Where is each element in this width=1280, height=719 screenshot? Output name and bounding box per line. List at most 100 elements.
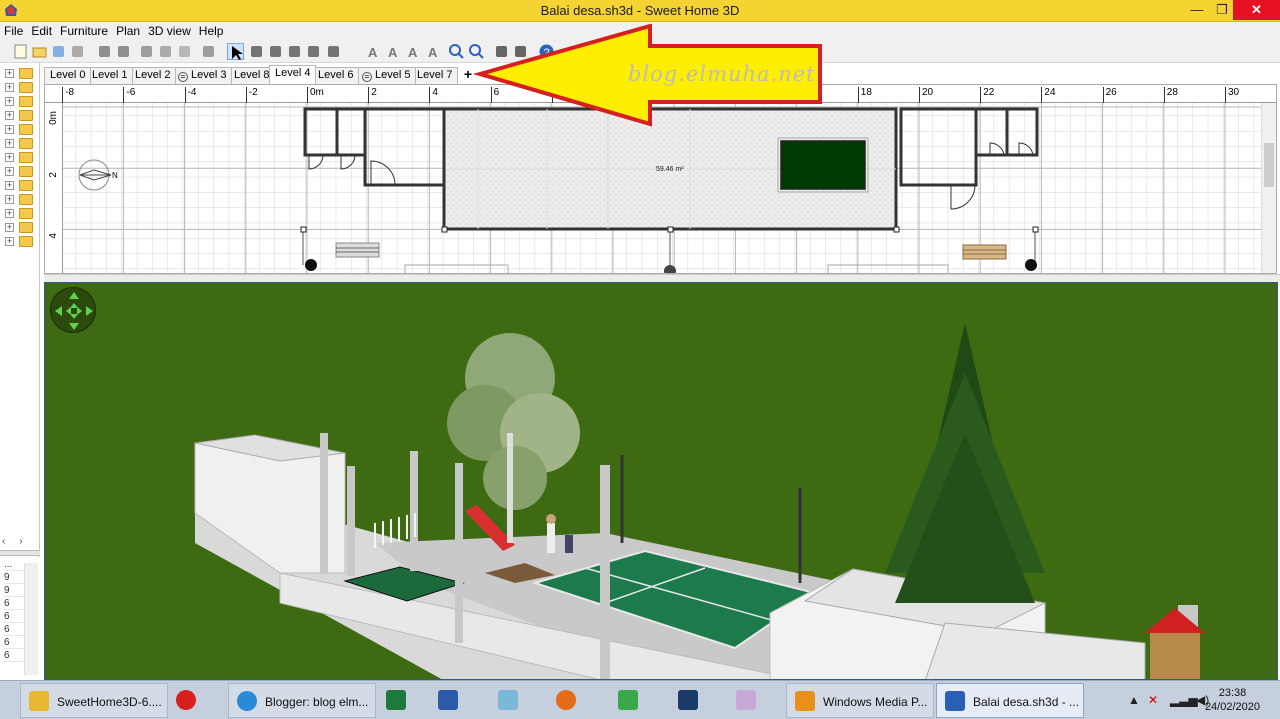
- elevation-marker-icon: =: [362, 72, 372, 82]
- copy-icon[interactable]: [157, 43, 174, 60]
- taskbar-button[interactable]: [670, 683, 714, 718]
- expand-icon[interactable]: +: [5, 237, 14, 246]
- create-dimensions-icon[interactable]: [325, 43, 342, 60]
- catalog-category[interactable]: +: [5, 221, 35, 235]
- ruler-label: 24: [1044, 87, 1056, 98]
- add-furniture-icon[interactable]: [200, 43, 217, 60]
- ruler-tick: [1163, 87, 1165, 103]
- add-text-icon[interactable]: A: [365, 43, 382, 60]
- increase-text-icon[interactable]: A: [385, 43, 402, 60]
- expand-icon[interactable]: +: [5, 195, 14, 204]
- select-icon[interactable]: [227, 43, 244, 60]
- expand-icon[interactable]: +: [5, 167, 14, 176]
- watermark-text: blog.elmuha.net: [628, 62, 816, 86]
- taskbar-button[interactable]: [430, 683, 474, 718]
- taskbar-button[interactable]: Balai desa.sh3d - ...: [936, 683, 1084, 718]
- cut-preferences-icon[interactable]: [69, 43, 86, 60]
- word-icon: [436, 688, 460, 712]
- redo-icon[interactable]: [115, 43, 132, 60]
- catalog-category[interactable]: +: [5, 165, 35, 179]
- title-bar: Balai desa.sh3d - Sweet Home 3D — ❐ ✕: [0, 0, 1280, 22]
- catalog-category[interactable]: +: [5, 123, 35, 137]
- taskbar-button[interactable]: [610, 683, 654, 718]
- level-tab[interactable]: = Level 3: [172, 67, 233, 84]
- level-tab[interactable]: = Level 5: [356, 67, 417, 84]
- catalog-category[interactable]: +: [5, 109, 35, 123]
- undo-icon[interactable]: [96, 43, 113, 60]
- plan-vertical-scrollbar[interactable]: [1261, 103, 1276, 273]
- level-tab[interactable]: Level 7: [411, 67, 459, 84]
- level-tab[interactable]: Level 1: [86, 67, 134, 84]
- menu-file[interactable]: File: [0, 22, 27, 38]
- catalog-splitter[interactable]: [0, 550, 40, 556]
- bench: [962, 244, 1007, 260]
- expand-icon[interactable]: +: [5, 153, 14, 162]
- level-tab[interactable]: Level 2: [129, 67, 177, 84]
- bold-text-icon[interactable]: A: [425, 43, 442, 60]
- expand-icon[interactable]: +: [5, 209, 14, 218]
- 3d-view[interactable]: [44, 282, 1278, 680]
- show-hidden-icons-icon[interactable]: ▲: [1128, 693, 1140, 707]
- catalog-category[interactable]: +: [5, 207, 35, 221]
- new-icon[interactable]: [12, 43, 29, 60]
- 3d-scene[interactable]: [45, 283, 1278, 680]
- network-error-icon[interactable]: ✕: [1148, 693, 1158, 707]
- expand-icon[interactable]: +: [5, 97, 14, 106]
- menu-help[interactable]: Help: [195, 22, 228, 38]
- ruler-label: 22: [983, 87, 995, 98]
- menu-3d-view[interactable]: 3D view: [144, 22, 195, 38]
- folder-icon: [19, 180, 33, 191]
- menu-plan[interactable]: Plan: [112, 22, 144, 38]
- catalog-category[interactable]: +: [5, 193, 35, 207]
- taskbar-button[interactable]: [728, 683, 772, 718]
- catalog-category[interactable]: +: [5, 179, 35, 193]
- plan-3d-splitter[interactable]: [44, 274, 1280, 282]
- pan-icon[interactable]: [248, 43, 265, 60]
- level-tab[interactable]: Level 4: [269, 65, 317, 84]
- expand-icon[interactable]: +: [5, 111, 14, 120]
- expand-icon[interactable]: +: [5, 139, 14, 148]
- ruler-tick: [1041, 87, 1043, 103]
- save-icon[interactable]: [50, 43, 67, 60]
- taskbar-button[interactable]: [378, 683, 422, 718]
- menu-furniture[interactable]: Furniture: [56, 22, 112, 38]
- cut-icon[interactable]: [138, 43, 155, 60]
- navigation-arrows-icon[interactable]: [50, 287, 96, 333]
- level-tab[interactable]: Level 0: [44, 67, 92, 84]
- expand-icon[interactable]: +: [5, 69, 14, 78]
- expand-icon[interactable]: +: [5, 83, 14, 92]
- create-walls-icon[interactable]: [267, 43, 284, 60]
- catalog-scroll-arrows[interactable]: ‹ ›: [2, 536, 38, 548]
- signal-icon[interactable]: ▂▃▅: [1170, 693, 1198, 707]
- expand-icon[interactable]: +: [5, 125, 14, 134]
- level-tab-label: Level 5: [375, 69, 411, 81]
- taskbar-button[interactable]: SweetHome3D-6....: [20, 683, 168, 718]
- taskbar-button[interactable]: [168, 683, 212, 718]
- taskbar-button[interactable]: Windows Media P...: [786, 683, 934, 718]
- open-icon[interactable]: [31, 43, 48, 60]
- catalog-category[interactable]: +: [5, 151, 35, 165]
- clock[interactable]: 23:38 24/02/2020: [1205, 686, 1260, 714]
- taskbar-button[interactable]: [548, 683, 592, 718]
- zoom-in-icon[interactable]: [448, 43, 465, 60]
- catalog-category[interactable]: +: [5, 235, 35, 249]
- level-tab[interactable]: Level 6: [312, 67, 360, 84]
- paste-icon[interactable]: [176, 43, 193, 60]
- taskbar-button[interactable]: Blogger: blog elm...: [228, 683, 376, 718]
- expand-icon[interactable]: +: [5, 181, 14, 190]
- close-button[interactable]: ✕: [1233, 0, 1280, 20]
- create-rooms-icon[interactable]: [286, 43, 303, 60]
- menu-edit[interactable]: Edit: [27, 22, 56, 38]
- excel-icon: [384, 688, 408, 712]
- create-polylines-icon[interactable]: [305, 43, 322, 60]
- furniture-list-scrollbar[interactable]: [24, 563, 38, 675]
- folder-icon: [19, 124, 33, 135]
- plan-scroll-thumb[interactable]: [1264, 143, 1274, 187]
- catalog-category[interactable]: +: [5, 81, 35, 95]
- catalog-category[interactable]: +: [5, 95, 35, 109]
- catalog-category[interactable]: +: [5, 67, 35, 81]
- decrease-text-icon[interactable]: A: [405, 43, 422, 60]
- catalog-category[interactable]: +: [5, 137, 35, 151]
- taskbar-button[interactable]: [490, 683, 534, 718]
- expand-icon[interactable]: +: [5, 223, 14, 232]
